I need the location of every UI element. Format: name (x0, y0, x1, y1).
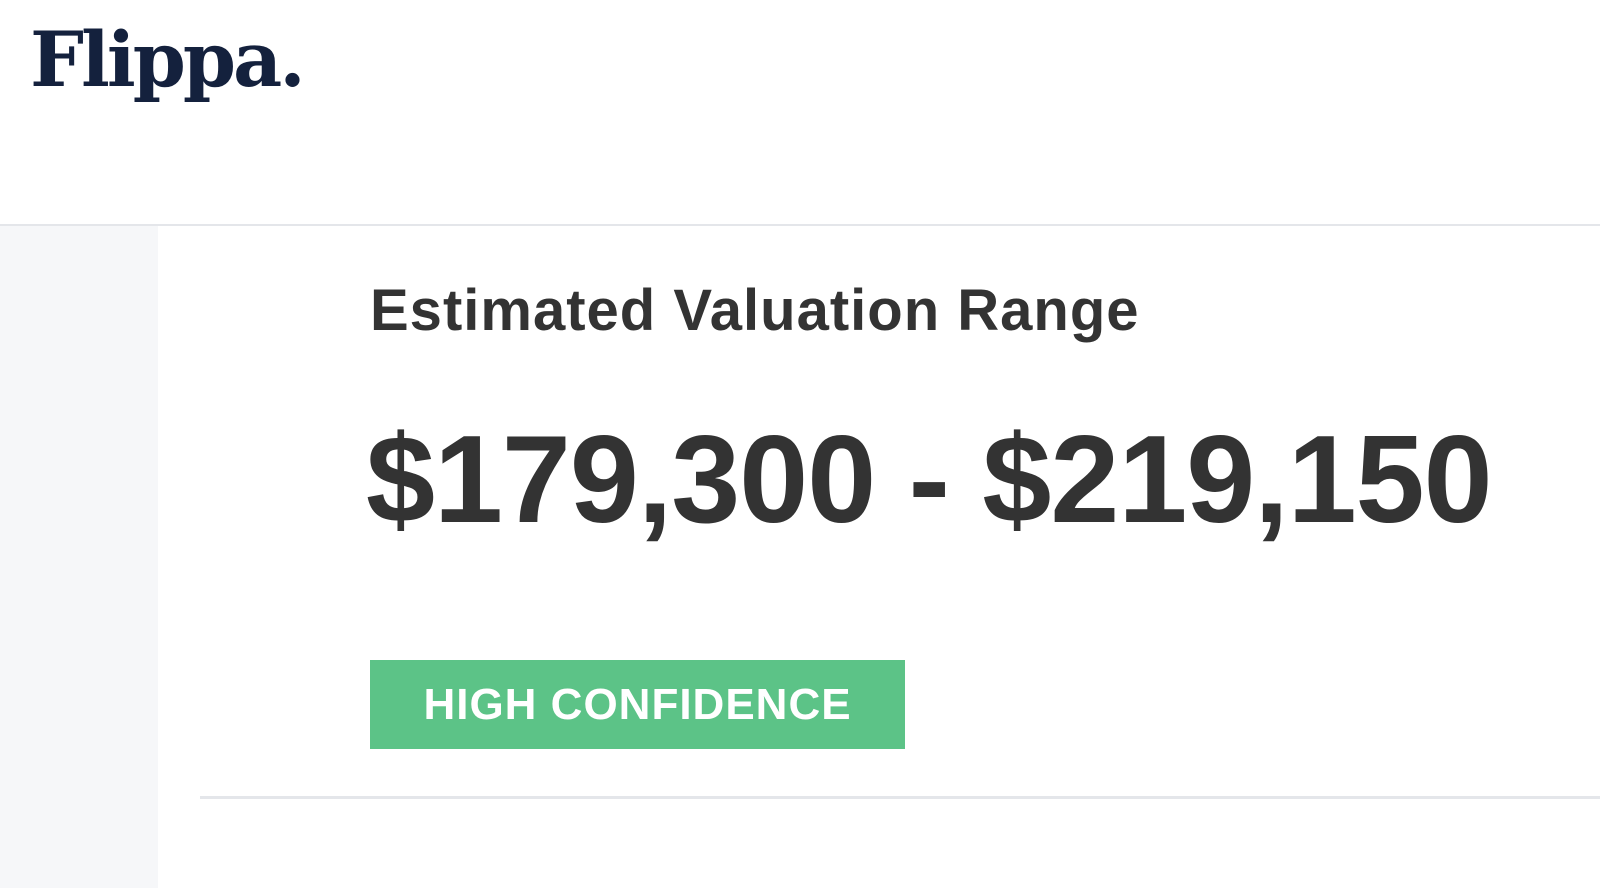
page: Flippa. Estimated Valuation Range $179,3… (0, 0, 1600, 888)
flippa-logo[interactable]: Flippa. (30, 22, 306, 98)
section-divider (200, 796, 1600, 799)
valuation-range-value: $179,300 - $219,150 (366, 411, 1493, 549)
confidence-badge: HIGH CONFIDENCE (370, 660, 905, 749)
valuation-range-label: Estimated Valuation Range (370, 278, 1140, 343)
valuation-panel: Estimated Valuation Range $179,300 - $21… (158, 226, 1600, 888)
confidence-badge-label: HIGH CONFIDENCE (423, 679, 852, 729)
left-sidebar (0, 226, 158, 888)
top-header: Flippa. (0, 0, 1600, 226)
